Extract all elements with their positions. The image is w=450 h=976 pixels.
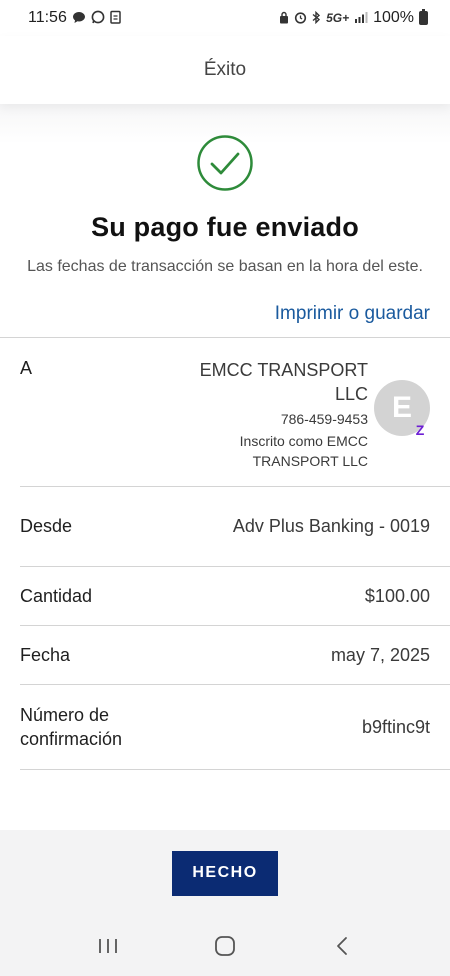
print-or-save-link[interactable]: Imprimir o guardar xyxy=(275,303,430,337)
recipient-phone: 786-459-9453 xyxy=(280,411,368,427)
recipient-name: EMCC TRANSPORT LLC xyxy=(199,360,368,404)
recipient-enrolled: Inscrito como EMCC TRANSPORT LLC xyxy=(239,433,368,469)
page-title: Éxito xyxy=(203,59,247,80)
detail-value: b9ftinc9t xyxy=(361,716,430,737)
detail-value: $100.00 xyxy=(364,585,430,606)
whatsapp-icon xyxy=(91,10,105,26)
divider xyxy=(20,769,450,770)
receipt-content: Su pago fue enviado Las fechas de transa… xyxy=(0,104,450,770)
chat-notification-icon xyxy=(72,11,86,26)
detail-row-confirmation: Número de confirmación b9ftinc9t xyxy=(0,685,450,769)
home-icon[interactable] xyxy=(205,926,245,966)
battery-percent: 100% xyxy=(373,9,414,26)
back-icon[interactable] xyxy=(322,926,362,966)
done-button[interactable]: HECHO xyxy=(172,850,278,896)
success-headline: Su pago fue enviado xyxy=(91,212,359,242)
recipient-text: EMCC TRANSPORT LLC 786-459-9453 Inscrito… xyxy=(198,358,368,471)
detail-value: Adv Plus Banking - 0019 xyxy=(232,516,430,536)
avatar-letter: E xyxy=(391,391,412,424)
detail-label: Cantidad xyxy=(20,585,93,606)
detail-label: Fecha xyxy=(20,644,71,665)
detail-row-amount: Cantidad $100.00 xyxy=(0,567,450,625)
alarm-icon xyxy=(294,11,307,26)
lock-icon xyxy=(279,11,289,26)
system-nav-bar xyxy=(0,916,450,976)
app-header: Éxito xyxy=(0,36,450,104)
clipboard-icon xyxy=(110,10,121,26)
status-right: 5G+ 100% xyxy=(279,9,428,27)
detail-label: Número de confirmación xyxy=(20,705,123,749)
network-type: 5G+ xyxy=(326,11,350,25)
detail-row-date: Fecha may 7, 2025 xyxy=(0,626,450,684)
recipient-row: A EMCC TRANSPORT LLC 786-459-9453 Inscri… xyxy=(0,338,450,486)
check-circle-icon xyxy=(197,135,253,191)
signal-icon xyxy=(354,11,368,25)
zelle-icon: Z xyxy=(415,422,425,438)
status-bar: 11:56 5G+ 100% xyxy=(0,0,450,36)
footer: HECHO xyxy=(0,830,450,916)
status-time: 11:56 xyxy=(28,9,67,26)
detail-value: may 7, 2025 xyxy=(330,644,430,665)
success-section: Su pago fue enviado Las fechas de transa… xyxy=(0,104,450,279)
detail-row-from: Desde Adv Plus Banking - 0019 xyxy=(0,487,450,566)
recipient-details: EMCC TRANSPORT LLC 786-459-9453 Inscrito… xyxy=(198,358,430,471)
timezone-note: Las fechas de transacción se basan en la… xyxy=(27,258,423,275)
status-left: 11:56 xyxy=(28,9,121,27)
battery-icon xyxy=(419,9,428,25)
detail-label: Desde xyxy=(20,516,73,536)
bluetooth-icon xyxy=(312,10,321,26)
avatar: E Z xyxy=(374,380,430,438)
print-row: Imprimir o guardar xyxy=(0,279,450,337)
recent-apps-icon[interactable] xyxy=(88,926,128,966)
recipient-label: A xyxy=(20,358,33,378)
